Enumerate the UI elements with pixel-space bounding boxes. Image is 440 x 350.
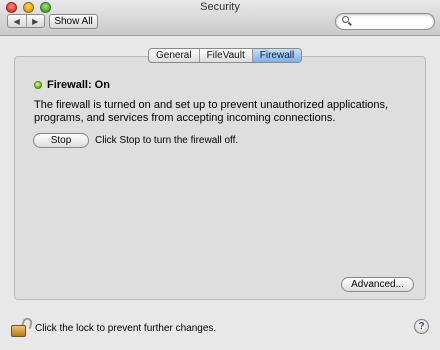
advanced-button[interactable]: Advanced... — [341, 277, 414, 292]
firewall-description: The firewall is turned on and set up to … — [34, 99, 389, 124]
show-all-button[interactable]: Show All — [49, 14, 98, 29]
search-input[interactable] — [352, 15, 434, 30]
lock-hint-text: Click the lock to prevent further change… — [35, 323, 217, 334]
status-indicator-icon — [34, 81, 42, 89]
window-title: Security — [200, 1, 240, 13]
back-arrow-icon[interactable]: ◀ — [8, 15, 26, 27]
help-button[interactable]: ? — [414, 319, 429, 334]
preferences-window: Security ◀ ▶ Show All General FileVault … — [0, 0, 440, 350]
search-icon — [342, 16, 349, 23]
title-bar: Security ◀ ▶ Show All — [0, 0, 440, 36]
lock-open-icon[interactable] — [10, 316, 34, 338]
search-field[interactable] — [335, 13, 435, 30]
back-forward-control: ◀ ▶ — [7, 14, 45, 28]
firewall-panel — [14, 56, 426, 300]
stop-button[interactable]: Stop — [33, 133, 89, 148]
forward-arrow-icon[interactable]: ▶ — [25, 15, 45, 27]
lock-body — [11, 325, 26, 337]
firewall-status: Firewall: On — [47, 79, 110, 91]
tab-firewall[interactable]: Firewall — [251, 49, 302, 62]
tab-general[interactable]: General — [149, 49, 199, 62]
tab-filevault[interactable]: FileVault — [198, 49, 252, 62]
tab-bar: General FileVault Firewall — [148, 48, 303, 63]
stop-hint-text: Click Stop to turn the firewall off. — [95, 135, 239, 146]
